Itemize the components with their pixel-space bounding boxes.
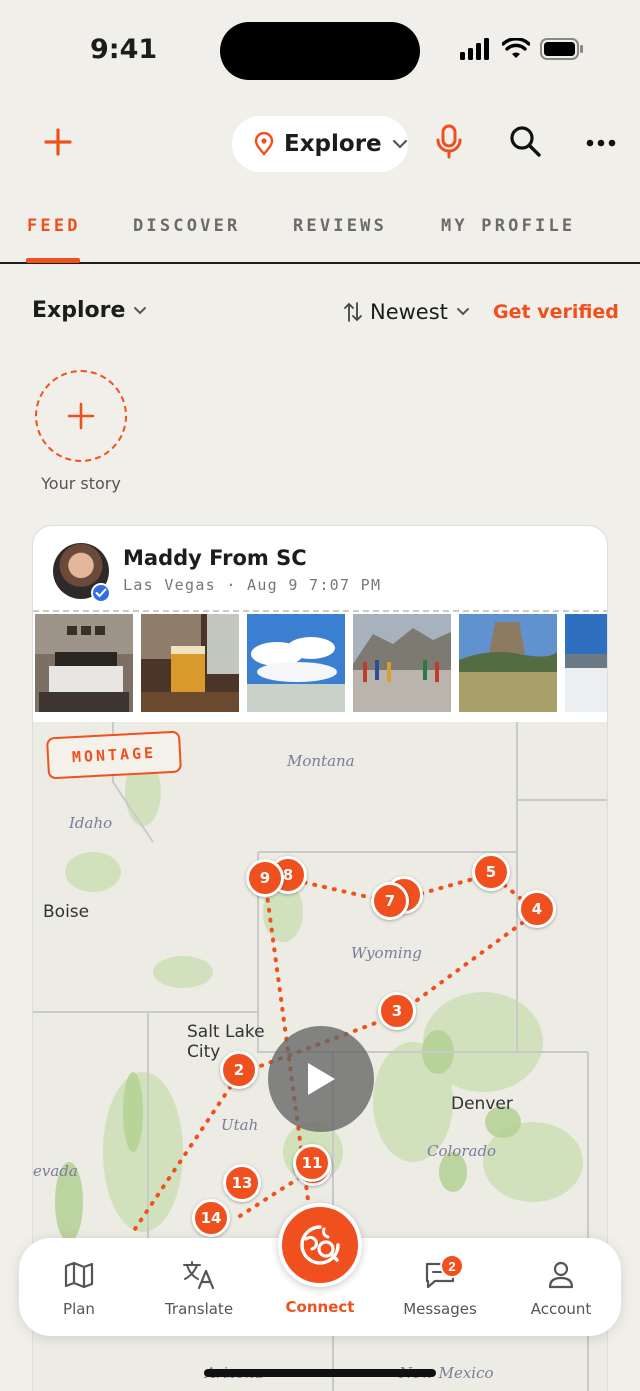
account-icon [548, 1261, 574, 1289]
sort-label: Newest [370, 300, 448, 324]
nav-account[interactable]: Account [506, 1258, 616, 1318]
status-time: 9:41 [90, 34, 158, 65]
post-date: Aug 9 7:07 PM [247, 576, 382, 594]
verified-badge [91, 583, 111, 603]
play-montage-button[interactable] [268, 1026, 374, 1132]
post-meta: Las Vegas · Aug 9 7:07 PM [123, 576, 381, 594]
microphone-icon [436, 124, 462, 159]
meta-separator: · [226, 576, 237, 594]
add-story-button[interactable] [35, 370, 127, 462]
tab-reviews[interactable]: REVIEWS [293, 216, 387, 236]
map-icon [64, 1261, 94, 1289]
more-horizontal-icon [586, 139, 616, 147]
battery-icon [540, 38, 583, 60]
plus-icon [67, 402, 95, 430]
route-pin-13[interactable]: 13 [223, 1164, 261, 1202]
tab-discover[interactable]: DISCOVER [133, 216, 240, 236]
post-location: Las Vegas [123, 576, 216, 594]
sort-selector[interactable]: Newest [344, 300, 470, 324]
photo-thumbnail-beer[interactable] [141, 614, 239, 712]
active-tab-indicator [26, 258, 80, 263]
translate-icon [183, 1261, 215, 1290]
plus-icon [44, 128, 72, 156]
voice-search-button[interactable] [434, 124, 464, 165]
nav-messages-label: Messages [403, 1300, 477, 1318]
checkmark-icon [95, 588, 107, 598]
tab-feed[interactable]: FEED [27, 216, 81, 236]
search-button[interactable] [508, 124, 542, 163]
route-pin-11[interactable]: 11 [293, 1144, 331, 1182]
route-pin-4[interactable]: 4 [518, 890, 556, 928]
dynamic-island [220, 22, 420, 80]
scope-filter[interactable]: Explore [32, 298, 147, 323]
tab-my-profile[interactable]: MY PROFILE [441, 216, 575, 236]
photo-thumbnail-bedroom[interactable] [35, 614, 133, 712]
search-icon [510, 126, 541, 157]
nav-account-label: Account [530, 1300, 592, 1318]
nav-connect[interactable]: Connect [265, 1298, 375, 1316]
home-indicator [204, 1369, 436, 1377]
location-selector[interactable]: Explore [232, 116, 408, 172]
photo-strip[interactable] [33, 610, 608, 712]
nav-translate-label: Translate [164, 1300, 234, 1318]
wifi-icon [502, 38, 530, 58]
route-pin-9[interactable]: 9 [246, 859, 284, 897]
nav-translate[interactable]: Translate [144, 1258, 254, 1318]
route-pin-2[interactable]: 2 [220, 1051, 258, 1089]
route-pin-5[interactable]: 5 [472, 853, 510, 891]
route-pin-3[interactable]: 3 [378, 992, 416, 1030]
connect-icon [300, 1225, 340, 1265]
create-button[interactable] [40, 124, 76, 160]
location-selector-label: Explore [284, 131, 382, 157]
connect-button[interactable] [278, 1203, 362, 1287]
chevron-down-icon [456, 308, 469, 316]
messages-badge: 2 [440, 1254, 464, 1278]
feed-tabs: FEED DISCOVER REVIEWS MY PROFILE [0, 206, 640, 264]
nav-plan[interactable]: Plan [24, 1258, 134, 1318]
sort-arrows-icon [344, 302, 362, 322]
get-verified-link[interactable]: Get verified [493, 301, 619, 323]
location-pin-icon [254, 132, 274, 156]
photo-thumbnail-snow-lake[interactable] [565, 614, 608, 712]
route-pin-14[interactable]: 14 [192, 1199, 230, 1237]
chevron-down-icon [134, 306, 147, 314]
status-icons [460, 38, 584, 60]
nav-plan-label: Plan [63, 1300, 95, 1318]
scope-filter-label: Explore [32, 298, 126, 323]
cellular-signal-icon [460, 38, 489, 60]
more-options-button[interactable] [586, 130, 616, 161]
nav-connect-label: Connect [285, 1298, 355, 1316]
route-pin-7[interactable]: 7 [371, 882, 409, 920]
story-label: Your story [41, 474, 121, 493]
play-icon [308, 1063, 335, 1095]
photo-thumbnail-clouds[interactable] [247, 614, 345, 712]
post-author[interactable]: Maddy From SC [123, 546, 307, 570]
chevron-down-icon [392, 139, 407, 149]
photo-thumbnail-monument[interactable] [353, 614, 451, 712]
photo-thumbnail-devils-tower[interactable] [459, 614, 557, 712]
